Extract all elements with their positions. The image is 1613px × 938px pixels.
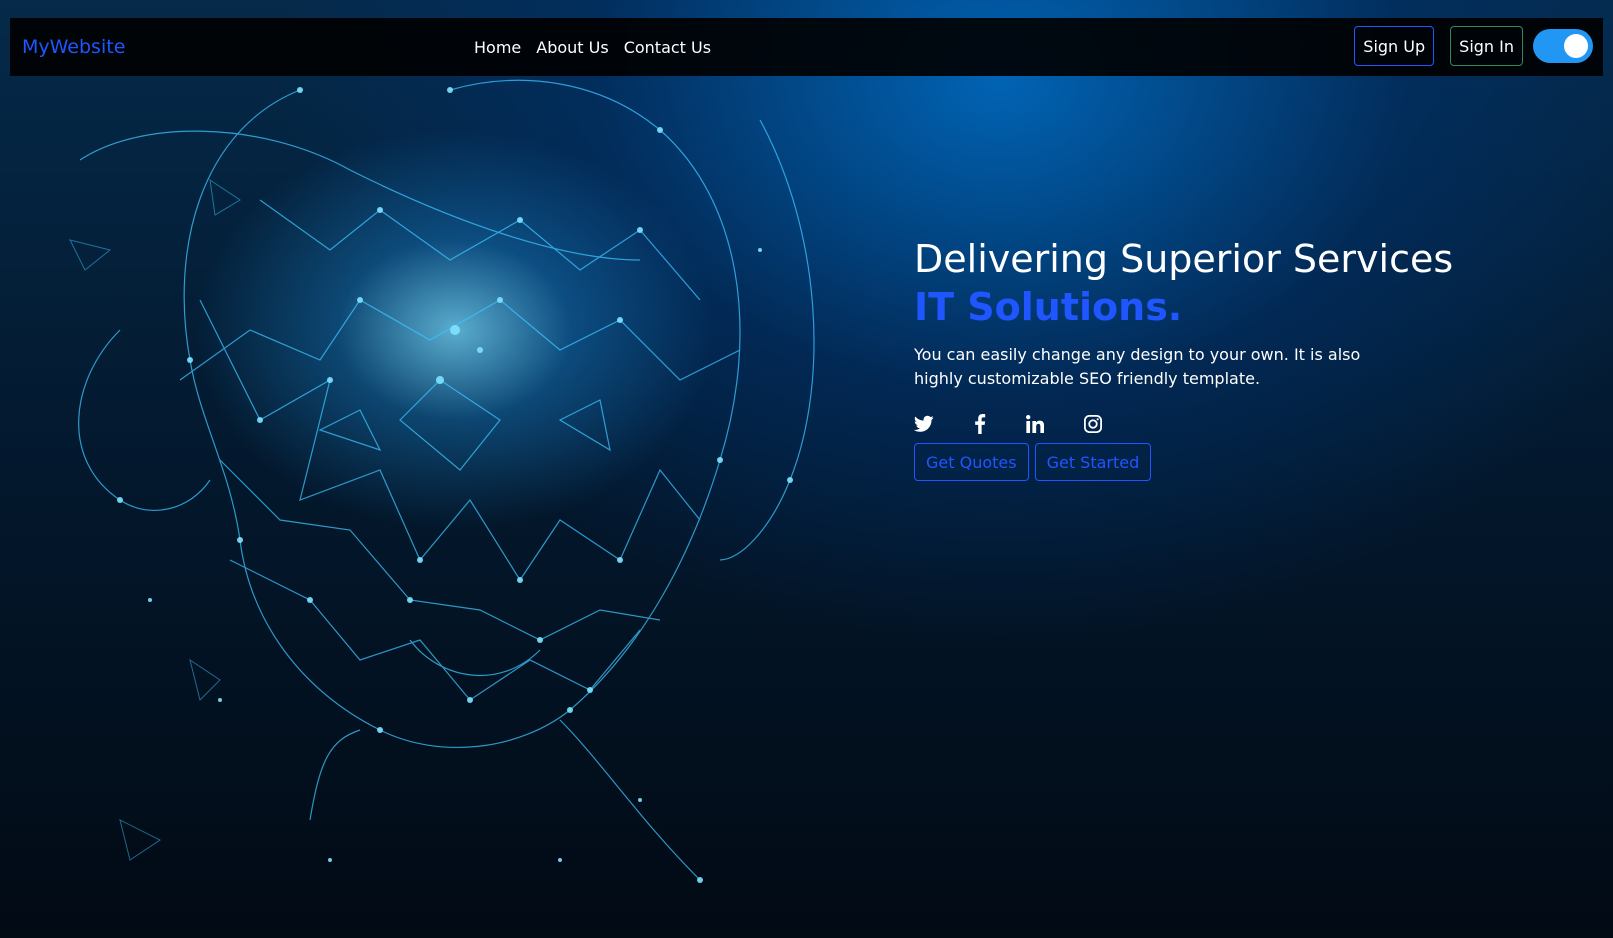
nav-actions: Sign Up Sign In: [1354, 26, 1593, 66]
facebook-icon[interactable]: [974, 414, 986, 434]
get-started-button[interactable]: Get Started: [1034, 443, 1152, 481]
toggle-knob: [1564, 34, 1588, 58]
top-navbar: MyWebsite Home About Us Contact Us Sign …: [10, 18, 1603, 76]
nav-link-contact-us[interactable]: Contact Us: [624, 38, 711, 57]
instagram-icon[interactable]: [1084, 415, 1102, 433]
hero-description: You can easily change any design to your…: [914, 345, 1361, 388]
nav-link-home[interactable]: Home: [474, 38, 521, 57]
get-quotes-button[interactable]: Get Quotes: [914, 443, 1029, 481]
hero-title: Delivering Superior Services: [914, 237, 1454, 281]
nav-link-about-us[interactable]: About Us: [536, 38, 608, 57]
digital-face-illustration: [69, 79, 815, 883]
brand-logo-link[interactable]: MyWebsite: [22, 18, 125, 76]
hero-content: Delivering Superior Services IT Solution…: [914, 236, 1514, 481]
hero-cta-buttons: Get Quotes Get Started: [914, 443, 1514, 481]
twitter-icon[interactable]: [914, 415, 934, 433]
linkedin-icon[interactable]: [1026, 415, 1044, 433]
nav-links: Home About Us Contact Us: [474, 18, 711, 76]
sign-up-button[interactable]: Sign Up: [1354, 26, 1435, 66]
sign-in-button[interactable]: Sign In: [1450, 26, 1523, 66]
social-icons: [914, 413, 1514, 435]
hero-subtitle: IT Solutions.: [914, 284, 1183, 329]
theme-toggle-switch[interactable]: [1533, 29, 1593, 63]
